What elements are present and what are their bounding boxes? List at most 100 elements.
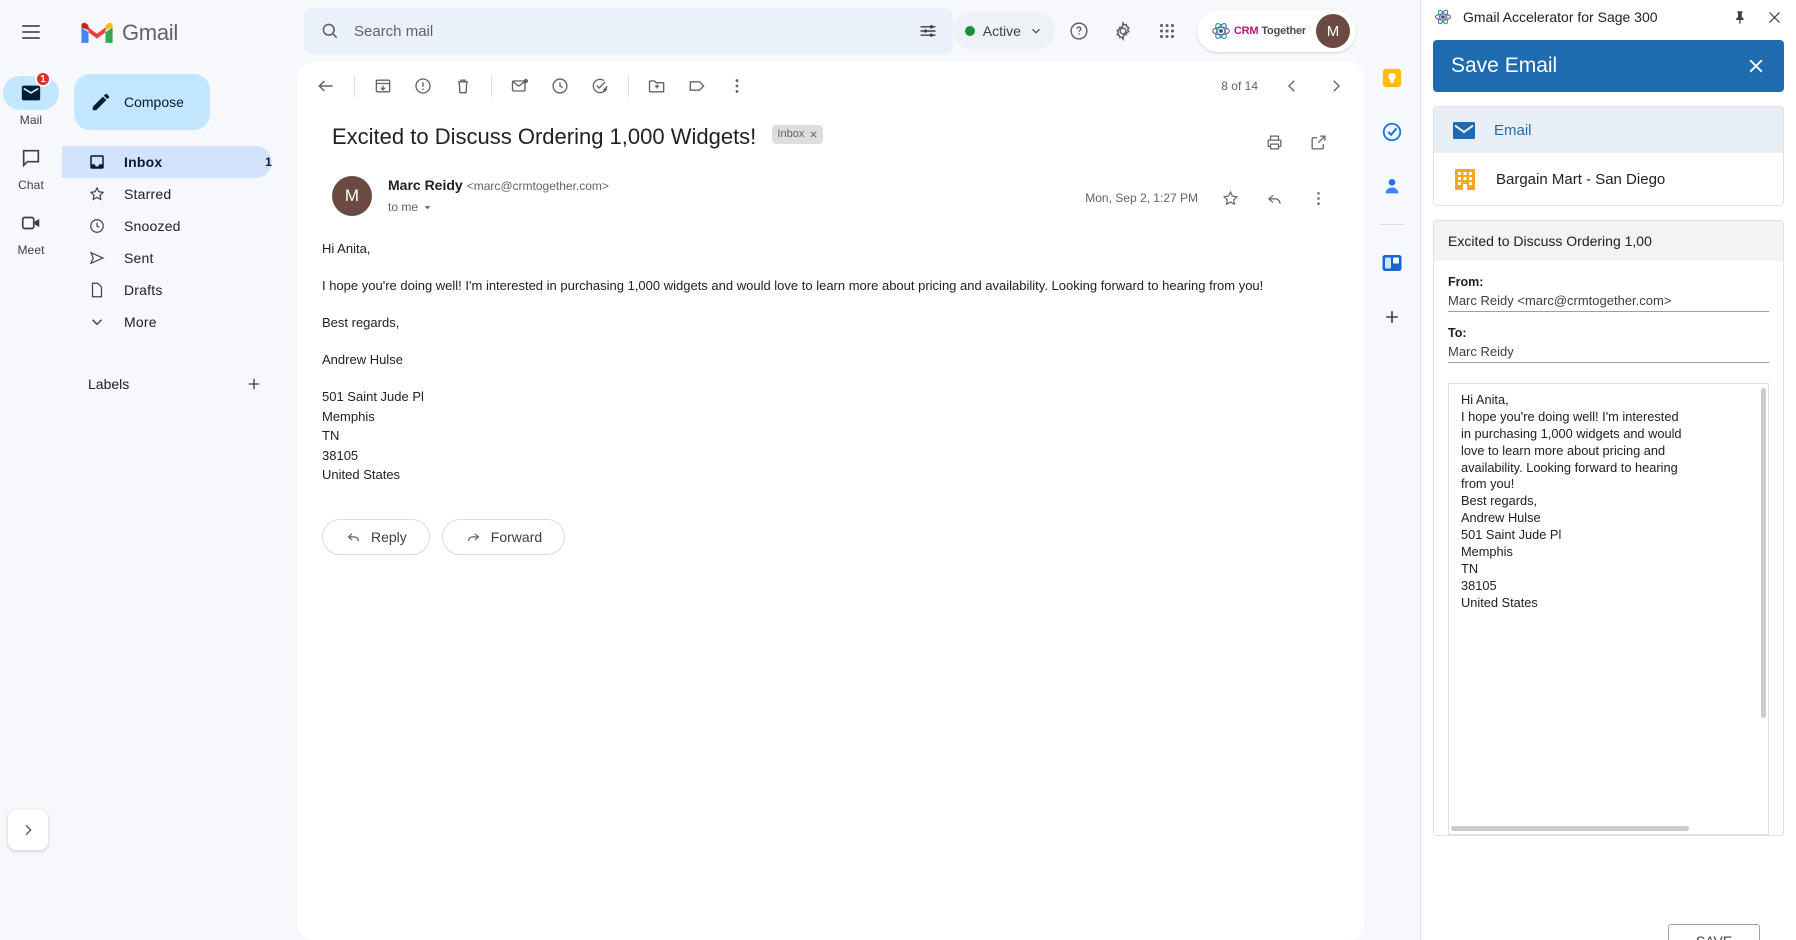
google-keep-icon[interactable] (1376, 62, 1408, 94)
next-message-button[interactable] (1316, 66, 1356, 106)
compose-button[interactable]: Compose (74, 74, 210, 130)
search-options-button[interactable] (911, 14, 945, 48)
help-button[interactable] (1059, 11, 1099, 51)
entity-group-email[interactable]: Email (1434, 107, 1783, 153)
message-more-button[interactable] (1298, 178, 1338, 218)
sidebar-item-more[interactable]: More (62, 306, 272, 338)
body-line-1: I hope you're doing well! I'm interested (1461, 408, 1679, 424)
add-to-tasks-button[interactable] (580, 66, 620, 106)
clock-icon (90, 219, 104, 233)
star-message-button[interactable] (1210, 178, 1250, 218)
sidebar-label-starred: Starred (124, 186, 172, 202)
mark-unread-button[interactable] (500, 66, 540, 106)
trash-icon (458, 79, 468, 94)
addon-rail (1364, 0, 1420, 940)
main-area: Active (294, 0, 1758, 940)
rail-item-meet[interactable]: Meet (2, 206, 60, 257)
recipient-toggle[interactable]: to me (388, 200, 609, 214)
sage-addon-icon[interactable] (1376, 247, 1408, 279)
sidebar-item-drafts[interactable]: Drafts (62, 274, 272, 306)
draft-icon (91, 282, 103, 298)
sender-avatar[interactable]: M (332, 176, 372, 216)
crmtogether-logo: CRM Together (1211, 21, 1306, 41)
message-actions: Reply Forward (298, 485, 1364, 555)
address-line-zip: 38105 (322, 447, 359, 463)
get-addons-plus-icon[interactable] (1376, 301, 1408, 333)
close-x-icon[interactable] (809, 130, 818, 139)
message-date: Mon, Sep 2, 1:27 PM (1085, 191, 1198, 205)
save-email-title: Save Email (1451, 54, 1558, 77)
help-circle-icon (1070, 22, 1088, 40)
label-button[interactable] (677, 66, 717, 106)
sidebar-item-inbox[interactable]: Inbox 1 (62, 146, 272, 178)
previous-message-button[interactable] (1272, 66, 1312, 106)
sage-accelerator-icon (1434, 9, 1452, 25)
account-chip[interactable]: CRM Together M (1196, 10, 1356, 52)
address-line-city: Memphis (322, 408, 375, 424)
body-paragraph-greeting: Hi Anita, (322, 241, 371, 256)
google-contacts-icon[interactable] (1376, 170, 1408, 202)
body-horizontal-scrollbar[interactable] (1451, 826, 1689, 831)
search-bar[interactable] (304, 8, 953, 54)
message-body: Hi Anita, I hope you're doing well! I'm … (298, 218, 1364, 485)
print-button[interactable] (1254, 122, 1294, 162)
rail-item-mail[interactable]: 1 Mail (2, 71, 60, 127)
move-to-button[interactable] (637, 66, 677, 106)
back-button[interactable] (306, 66, 346, 106)
mail-unread-badge: 1 (35, 71, 51, 87)
delete-button[interactable] (443, 66, 483, 106)
email-body-textarea[interactable]: Hi Anita, I hope you're doing well! I'm … (1448, 383, 1769, 835)
status-selector[interactable]: Active (952, 13, 1055, 49)
avatar[interactable]: M (1316, 14, 1350, 48)
reply-arrow-icon (347, 533, 360, 542)
message-meta: Mon, Sep 2, 1:27 PM (1085, 176, 1338, 218)
reply-button[interactable]: Reply (322, 518, 430, 555)
close-panel-button[interactable] (1764, 7, 1784, 27)
settings-button[interactable] (1103, 11, 1143, 51)
labels-section-header: Labels (62, 364, 294, 404)
body-line-8: 501 Saint Jude Pl (1461, 527, 1562, 543)
dismiss-save-email-button[interactable] (1746, 56, 1766, 76)
google-tasks-icon[interactable] (1376, 116, 1408, 148)
gmail-logo-icon (81, 22, 113, 43)
close-x-icon (1749, 59, 1763, 73)
more-options-button[interactable] (717, 66, 757, 106)
back-arrow-icon (318, 80, 333, 92)
rail-item-chat[interactable]: Chat (2, 141, 60, 192)
sidebar-item-snoozed[interactable]: Snoozed (62, 210, 272, 242)
open-in-new-window-button[interactable] (1298, 122, 1338, 162)
search-icon (322, 23, 338, 39)
entity-record-row[interactable]: Bargain Mart - San Diego (1434, 153, 1783, 205)
expand-sidebar-button[interactable] (8, 810, 48, 850)
create-label-button[interactable] (240, 370, 268, 398)
pin-icon (1735, 10, 1744, 24)
sidebar-item-starred[interactable]: Starred (62, 178, 272, 210)
forward-button[interactable]: Forward (441, 518, 566, 555)
search-input[interactable] (354, 22, 911, 40)
archive-button[interactable] (363, 66, 403, 106)
to-field-block: To: Marc Reidy (1434, 312, 1783, 363)
sidebar-label-drafts: Drafts (124, 282, 163, 298)
chevron-right-icon (25, 824, 32, 836)
from-value[interactable]: Marc Reidy <marc@crmtogether.com> (1448, 293, 1769, 312)
inbox-label-chip[interactable]: Inbox (772, 124, 824, 144)
report-spam-button[interactable] (403, 66, 443, 106)
main-menu-button[interactable] (9, 10, 53, 54)
body-line-2: in purchasing 1,000 widgets and would (1461, 425, 1682, 441)
google-apps-button[interactable] (1147, 11, 1187, 51)
crm-atom-icon (1212, 23, 1230, 39)
body-vertical-scrollbar[interactable] (1761, 388, 1766, 718)
snooze-button[interactable] (540, 66, 580, 106)
to-value[interactable]: Marc Reidy (1448, 344, 1769, 363)
app-rail: 1 Mail Chat Meet (0, 0, 62, 940)
forward-arrow-icon (467, 533, 480, 542)
address-line-street: 501 Saint Jude Pl (322, 389, 424, 405)
subject-field[interactable]: Excited to Discuss Ordering 1,00 (1434, 221, 1783, 261)
reply-icon-button[interactable] (1254, 178, 1294, 218)
sender-line: Marc Reidy <marc@crmtogether.com> (388, 177, 609, 195)
sender-info: Marc Reidy <marc@crmtogether.com> to me (388, 176, 609, 214)
gmail-logo[interactable]: Gmail (62, 4, 294, 62)
sidebar-item-sent[interactable]: Sent (62, 242, 272, 274)
pin-panel-button[interactable] (1730, 7, 1750, 27)
save-button[interactable]: SAVE (1668, 924, 1760, 940)
